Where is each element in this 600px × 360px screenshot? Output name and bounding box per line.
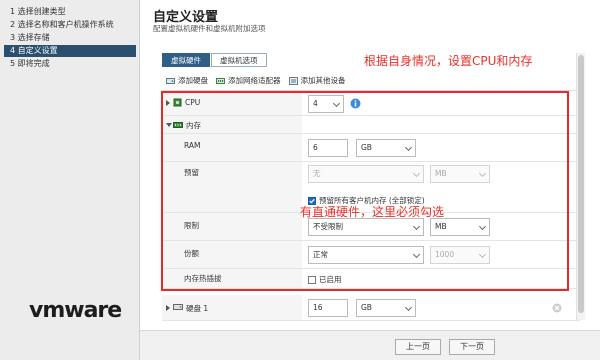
disk-icon (173, 304, 183, 310)
ram-row: RAM 6 GB (162, 134, 580, 162)
ram-label: RAM (184, 141, 201, 150)
ram-input[interactable]: 6 (308, 139, 348, 157)
wizard-step-4[interactable]: 4 自定义设置 (4, 45, 136, 57)
memory-label: 内存 (186, 121, 201, 130)
shares-value: 正常 (313, 250, 328, 259)
limit-unit-select[interactable]: MB (430, 218, 490, 236)
shares-label: 份额 (184, 249, 199, 258)
page-subtitle: 配置虚拟机硬件和虚拟机附加选项 (153, 24, 266, 33)
add-disk-button[interactable]: 添加硬盘 (166, 75, 208, 86)
info-icon[interactable] (350, 98, 361, 109)
disk1-unit-select[interactable]: GB (356, 299, 416, 317)
cpu-count-value: 4 (313, 99, 318, 108)
limit-unit-value: MB (435, 222, 447, 231)
reservation-label: 预留 (184, 168, 199, 177)
scrollbar[interactable] (576, 53, 585, 320)
scroll-thumb[interactable] (578, 55, 584, 313)
limit-label: 限制 (184, 221, 199, 230)
tab-bar: 虚拟硬件 虚拟机选项 (162, 53, 268, 67)
add-disk-label: 添加硬盘 (178, 76, 208, 85)
disk1-unit-value: GB (361, 303, 372, 312)
back-button[interactable]: 上一页 (395, 339, 441, 355)
memory-hot-plug-option: 已启用 (319, 275, 342, 284)
ram-unit-select[interactable]: GB (356, 139, 416, 157)
cpu-icon (173, 98, 182, 107)
remove-icon[interactable] (552, 303, 562, 313)
memory-hot-plug-row: 内存热插拔 已启用 (162, 269, 580, 289)
cpu-row: CPU 4 (162, 91, 580, 116)
memory-hot-plug-checkbox[interactable]: 已启用 (308, 274, 342, 285)
vmware-logo: vmware (29, 298, 122, 323)
expand-right-icon[interactable] (166, 100, 170, 106)
network-adapter-icon (216, 77, 225, 84)
wizard-step-5[interactable]: 5 即将完成 (4, 58, 136, 70)
shares-amount-input[interactable]: 1000 (430, 246, 490, 264)
add-nic-button[interactable]: 添加网络适配器 (216, 75, 281, 86)
wizard-step-3[interactable]: 3 选择存储 (4, 32, 136, 44)
disk-icon (166, 77, 175, 84)
memory-row: 内存 (162, 116, 580, 134)
shares-row: 份额 正常 1000 (162, 241, 580, 269)
reservation-unit-select[interactable]: MB (430, 165, 490, 183)
add-nic-label: 添加网络适配器 (228, 76, 281, 85)
add-other-device-label: 添加其他设备 (300, 76, 346, 85)
checkbox-unchecked-icon (308, 275, 316, 284)
add-other-device-button[interactable]: 添加其他设备 (288, 75, 346, 86)
limit-select[interactable]: 不受限制 (308, 218, 424, 236)
memory-icon (173, 122, 183, 128)
cpu-count-select[interactable]: 4 (308, 95, 344, 113)
shares-amount-value: 1000 (435, 250, 455, 259)
expand-right-icon[interactable] (166, 305, 170, 311)
wizard-footer: 上一页 下一页 (140, 330, 600, 360)
wizard-step-2[interactable]: 2 选择名称和客户机操作系统 (4, 19, 136, 31)
disk1-label: 硬盘 1 (186, 304, 209, 313)
tab-virtual-hardware[interactable]: 虚拟硬件 (162, 53, 210, 67)
wizard-step-1[interactable]: 1 选择创建类型 (4, 6, 136, 18)
annotation-middle: 有直通硬件，这里必须勾选 (300, 205, 445, 219)
annotation-top: 根据自身情况，设置CPU和内存 (364, 54, 533, 68)
reservation-select[interactable]: 无 (308, 165, 424, 183)
hardware-toolbar: 添加硬盘 添加网络适配器 添加其他设备 (166, 75, 346, 86)
next-button[interactable]: 下一页 (449, 339, 495, 355)
limit-value: 不受限制 (313, 222, 343, 231)
wizard-steps-panel: 1 选择创建类型 2 选择名称和客户机操作系统 3 选择存储 4 自定义设置 5… (0, 0, 140, 360)
reservation-unit-value: MB (435, 169, 447, 178)
disk1-size-input[interactable]: 16 (308, 299, 348, 317)
reservation-value: 无 (313, 169, 321, 178)
shares-select[interactable]: 正常 (308, 246, 424, 264)
disk1-row: 硬盘 1 16 GB (162, 295, 580, 321)
expand-down-icon[interactable] (166, 123, 172, 127)
cpu-label: CPU (185, 98, 201, 107)
tab-vm-options[interactable]: 虚拟机选项 (211, 53, 267, 67)
device-icon (288, 76, 298, 85)
ram-unit-value: GB (361, 143, 372, 152)
memory-hot-plug-label: 内存热插拔 (184, 274, 222, 283)
